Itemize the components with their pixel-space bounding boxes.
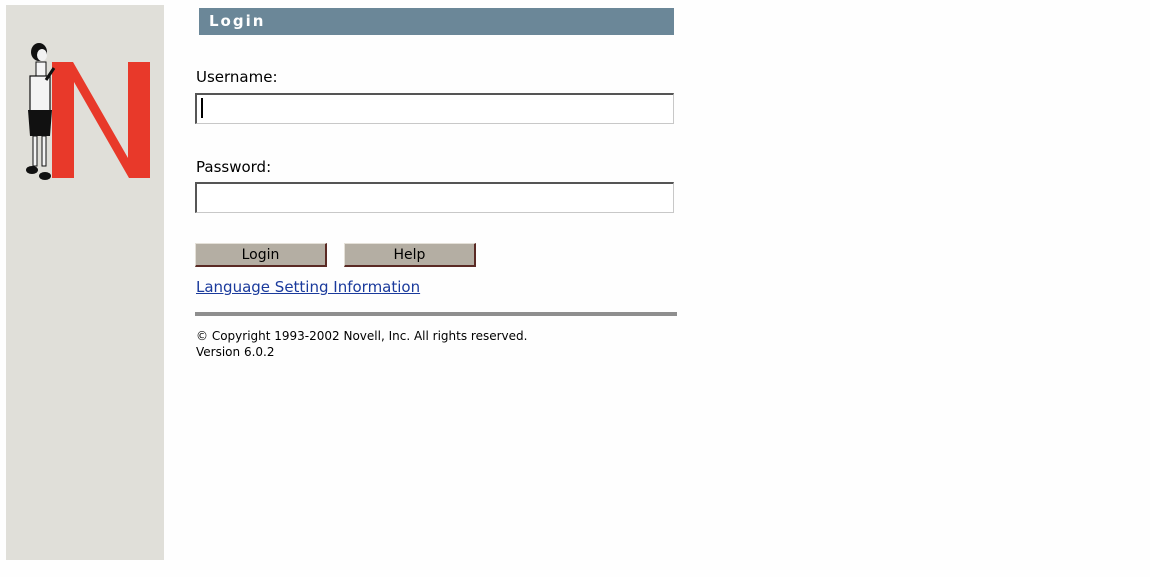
divider <box>195 312 677 316</box>
password-input[interactable] <box>195 182 674 213</box>
page-title: Login <box>209 12 266 30</box>
text-cursor <box>201 98 203 118</box>
help-button[interactable]: Help <box>344 243 476 267</box>
login-header-bar: Login <box>199 8 674 35</box>
password-label: Password: <box>196 158 272 176</box>
version-text: Version 6.0.2 <box>196 345 275 359</box>
copyright-text: © Copyright 1993-2002 Novell, Inc. All r… <box>196 329 528 343</box>
novell-logo-icon <box>26 43 150 180</box>
username-input[interactable] <box>195 93 674 124</box>
username-label: Username: <box>196 68 278 86</box>
language-settings-link[interactable]: Language Setting Information <box>196 278 420 296</box>
login-button[interactable]: Login <box>195 243 327 267</box>
sidebar-panel <box>6 5 164 560</box>
